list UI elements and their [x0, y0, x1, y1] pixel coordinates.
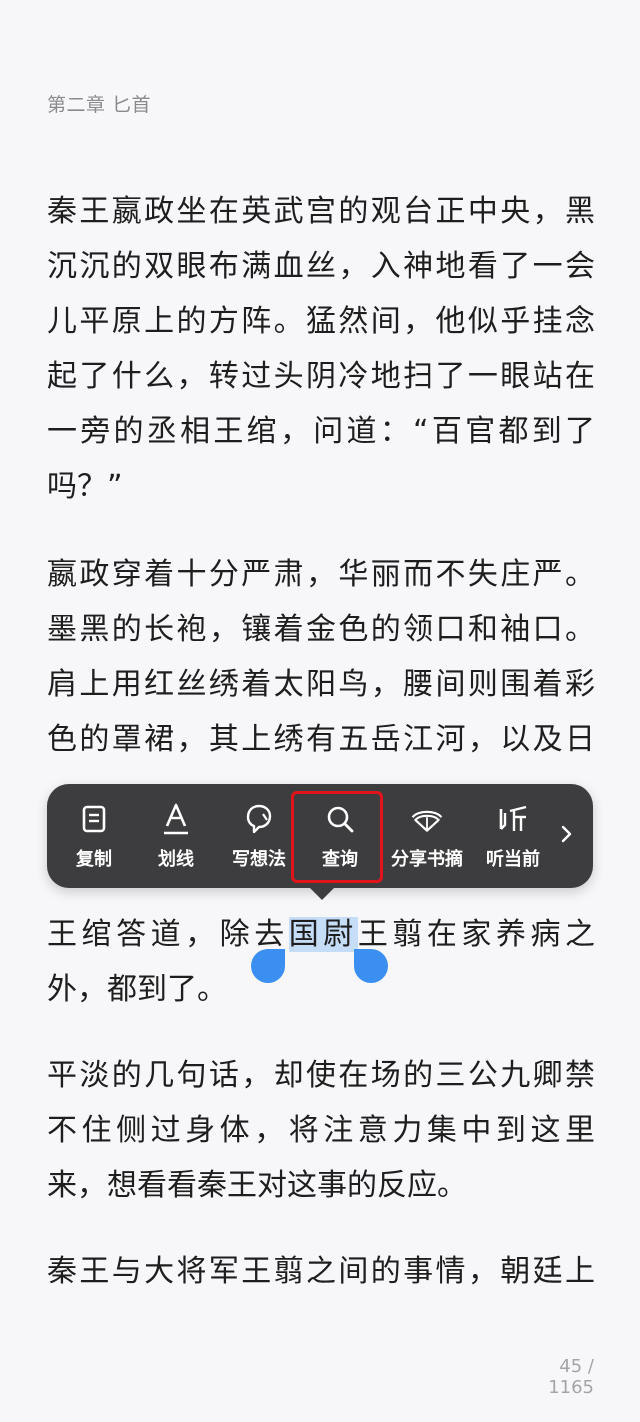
- thought-icon: [241, 801, 277, 837]
- write-thought-button[interactable]: 写想法: [226, 784, 292, 888]
- text-line: 嬴政穿着十分严肃，华丽而不失庄严。: [47, 557, 595, 592]
- text-line: 秦王与大将军王翦之间的事情，朝廷上: [47, 1254, 595, 1289]
- text-line-with-selection[interactable]: 王绾答道，除去国尉王翦在家养病之: [47, 915, 595, 955]
- text-after-selection: 王翦在家养病之: [357, 917, 595, 952]
- text-before-selection: 王绾答道，除去: [47, 917, 289, 952]
- text-line: 一旁的丞相王绾，问道：“百官都到了: [47, 414, 595, 449]
- more-tools-button[interactable]: [552, 784, 582, 888]
- listen-icon: [495, 801, 531, 837]
- copy-icon: [76, 801, 112, 837]
- highlight-box: [291, 791, 383, 883]
- copy-button[interactable]: 复制: [66, 784, 122, 888]
- text-line: 平淡的几句话，却使在场的三公九卿禁: [47, 1058, 595, 1093]
- listen-current-label: 听当前: [486, 849, 540, 870]
- text-line: 肩上用红丝绣着太阳鸟，腰间则围着彩: [47, 667, 595, 702]
- text-line: 秦王嬴政坐在英武宫的观台正中央，黑: [47, 194, 595, 229]
- selection-start-handle[interactable]: [251, 949, 285, 983]
- text-line: 来，想看看秦王对这事的反应。: [47, 1168, 467, 1203]
- chevron-right-icon: [560, 824, 574, 848]
- page-indicator: 45 / 1165: [548, 1356, 594, 1398]
- text-line: 墨黑的长袍，镶着金色的领口和袖口。: [47, 612, 595, 647]
- share-icon: [409, 801, 445, 837]
- text-line: 不住侧过身体，将注意力集中到这里: [47, 1113, 595, 1148]
- selection-end-handle[interactable]: [354, 949, 388, 983]
- chapter-title: 第二章 匕首: [47, 94, 152, 116]
- share-excerpt-label: 分享书摘: [391, 849, 463, 870]
- underline-button[interactable]: 划线: [148, 784, 204, 888]
- toolbar-pointer: [308, 886, 336, 900]
- selected-text[interactable]: 国尉: [288, 917, 358, 952]
- text-line: 起了什么，转过头阴冷地扫了一眼站在: [47, 359, 595, 394]
- text-line: 儿平原上的方阵。猛然间，他似乎挂念: [47, 304, 595, 339]
- share-excerpt-button[interactable]: 分享书摘: [386, 784, 468, 888]
- listen-current-button[interactable]: 听当前: [480, 784, 546, 888]
- text-line: 沉沉的双眼布满血丝，入神地看了一会: [47, 249, 595, 284]
- text-line: 色的罩裙，其上绣有五岳江河，以及日: [47, 722, 595, 757]
- underline-label: 划线: [158, 849, 194, 870]
- underline-icon: [158, 801, 194, 837]
- copy-label: 复制: [76, 849, 112, 870]
- write-thought-label: 写想法: [232, 849, 286, 870]
- text-line: 吗？”: [47, 469, 123, 504]
- text-line: 外，都到了。: [47, 972, 227, 1007]
